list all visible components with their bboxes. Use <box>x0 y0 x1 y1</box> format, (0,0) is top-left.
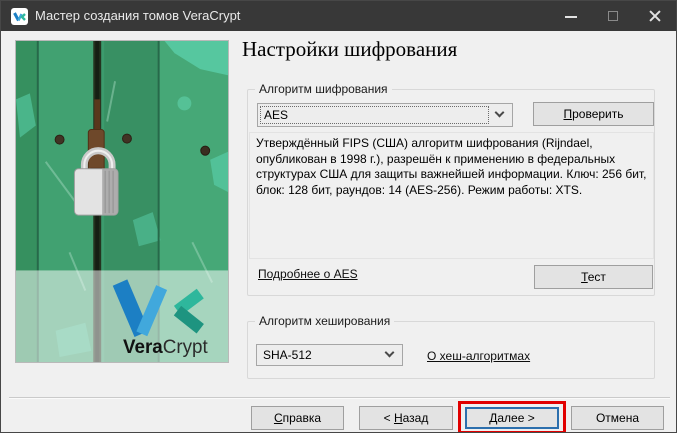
hash-algorithm-group: Алгоритм хеширования SHA-512 О хеш-алгор… <box>247 321 655 379</box>
maximize-button <box>592 1 634 31</box>
next-button[interactable]: Далее > <box>465 407 559 429</box>
verify-button-label: Проверить <box>563 107 623 121</box>
chevron-down-icon <box>495 108 505 118</box>
chevron-down-icon <box>385 348 395 358</box>
close-button[interactable] <box>634 1 676 31</box>
test-button[interactable]: Тест <box>534 265 653 289</box>
svg-text:VeraCrypt: VeraCrypt <box>123 337 208 358</box>
algorithm-description: Утверждённый FIPS (США) алгоритм шифрова… <box>249 132 654 259</box>
title-bar[interactable]: Мастер создания томов VeraCrypt <box>1 1 676 31</box>
back-button-label: < Назад <box>384 411 429 425</box>
cancel-button-label: Отмена <box>596 411 639 425</box>
hash-algorithm-value: SHA-512 <box>263 345 312 365</box>
next-button-label: Далее > <box>489 411 535 425</box>
footer-divider <box>9 397 670 399</box>
brand-crypt: Crypt <box>163 337 209 358</box>
back-button[interactable]: < Назад <box>359 406 453 430</box>
veracrypt-wizard-window: Мастер создания томов VeraCrypt <box>0 0 677 433</box>
more-about-aes-link[interactable]: Подробнее о AES <box>258 267 358 281</box>
verify-button[interactable]: Проверить <box>533 102 654 126</box>
veracrypt-app-icon <box>11 8 28 25</box>
help-button[interactable]: Справка <box>251 406 344 430</box>
wizard-banner-image: VeraCrypt <box>15 40 229 363</box>
encryption-algorithm-group: Алгоритм шифрования AES Проверить Утверж… <box>247 89 655 296</box>
test-button-label: Тест <box>581 270 606 284</box>
maximize-icon <box>608 11 618 21</box>
focus-rectangle <box>260 106 489 124</box>
close-icon <box>648 9 662 23</box>
encryption-algorithm-select[interactable]: AES <box>257 103 513 127</box>
hash-info-link[interactable]: О хеш-алгоритмах <box>427 349 530 363</box>
brand-vera: Vera <box>123 337 163 358</box>
page-title: Настройки шифрования <box>242 37 457 62</box>
help-button-label: Справка <box>274 411 321 425</box>
encryption-group-label: Алгоритм шифрования <box>255 82 392 96</box>
hash-group-label: Алгоритм хеширования <box>255 314 394 328</box>
hash-algorithm-select[interactable]: SHA-512 <box>256 344 403 366</box>
window-title: Мастер создания томов VeraCrypt <box>35 1 240 31</box>
minimize-icon <box>565 16 577 18</box>
cancel-button[interactable]: Отмена <box>571 406 664 430</box>
minimize-button[interactable] <box>550 1 592 31</box>
